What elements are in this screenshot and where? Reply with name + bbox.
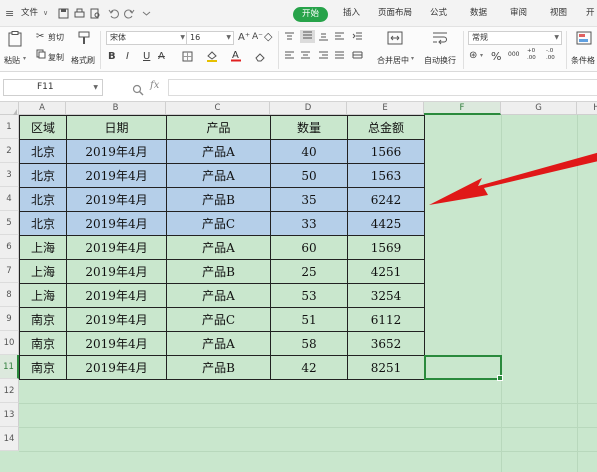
strikethrough-icon[interactable]: A <box>158 50 165 63</box>
underline-icon[interactable]: U <box>143 50 150 63</box>
menu-bar: ≡ 文件 ∨ 开始 插入 页面布局 公式 数据 审阅 视图 开发 <box>0 0 597 45</box>
ribbon-divider <box>100 31 101 69</box>
wrap-text-icon[interactable] <box>432 31 448 47</box>
percent-icon[interactable]: % <box>491 50 501 63</box>
fx-icon[interactable]: fx <box>150 80 159 91</box>
paste-button-label[interactable]: 粘贴 <box>4 55 20 66</box>
format-painter-button[interactable]: 格式刷 <box>71 55 95 66</box>
italic-icon[interactable]: I <box>126 50 129 63</box>
justify-icon[interactable] <box>334 51 345 62</box>
tab-page-layout[interactable]: 页面布局 <box>378 0 412 27</box>
fill-color-icon[interactable] <box>206 50 220 64</box>
conditional-format-button[interactable]: 条件格 <box>571 55 595 66</box>
chevron-down-icon: ▼ <box>554 34 559 41</box>
thousands-separator-icon[interactable]: 000 <box>508 51 519 58</box>
cell-reference: F11 <box>37 82 54 92</box>
eraser-icon[interactable] <box>254 51 266 64</box>
redo-icon[interactable] <box>124 0 135 27</box>
text-direction-icon[interactable] <box>334 32 345 43</box>
file-chevron-icon[interactable]: ∨ <box>43 0 48 27</box>
align-bottom-icon[interactable] <box>318 32 329 43</box>
align-left-icon[interactable] <box>284 51 295 62</box>
merge-center-button[interactable]: 合并居中 <box>377 55 409 66</box>
align-middle-icon[interactable] <box>300 30 315 43</box>
ribbon-divider <box>278 31 279 69</box>
tab-home[interactable]: 开始 <box>293 7 329 22</box>
undo-icon[interactable] <box>108 0 119 27</box>
merge-center-icon[interactable] <box>387 31 403 47</box>
tab-developer[interactable]: 开发 <box>586 0 597 45</box>
chevron-down-icon: ▼ <box>93 84 98 91</box>
format-painter-icon[interactable] <box>77 31 91 47</box>
font-size-value: 16 <box>190 33 201 42</box>
scissors-icon: ✂ <box>36 31 45 42</box>
formula-input[interactable] <box>168 79 597 96</box>
cut-button[interactable]: 剪切 <box>48 32 64 43</box>
merge-dropdown-icon[interactable]: ▾ <box>411 55 414 62</box>
save-icon[interactable] <box>58 0 69 27</box>
ribbon-divider <box>463 31 464 69</box>
zoom-icon[interactable] <box>132 81 144 100</box>
formula-bar: F11 ▼ fx <box>0 72 597 102</box>
shrink-font-icon[interactable]: A⁻ <box>252 31 263 44</box>
hamburger-menu-icon[interactable]: ≡ <box>5 0 14 27</box>
font-name-select[interactable]: 宋体 ▼ <box>106 31 188 45</box>
tab-review[interactable]: 审阅 <box>510 0 527 27</box>
tab-view[interactable]: 视图 <box>550 0 567 27</box>
align-right-icon[interactable] <box>318 51 329 62</box>
clear-format-icon[interactable]: ◇ <box>264 30 272 43</box>
distributed-icon[interactable] <box>352 51 363 62</box>
conditional-format-icon[interactable] <box>576 31 592 47</box>
bold-icon[interactable]: B <box>108 50 116 63</box>
file-menu[interactable]: 文件 <box>21 0 38 27</box>
svg-text:A: A <box>232 50 239 61</box>
worksheet-grid[interactable]: A B C D E F G H 1 2 3 4 5 6 7 8 9 10 11 … <box>0 102 597 472</box>
currency-dropdown-icon[interactable]: ▾ <box>480 52 483 59</box>
name-box[interactable]: F11 ▼ <box>3 79 103 96</box>
align-top-icon[interactable] <box>284 32 295 43</box>
ribbon-divider <box>566 31 567 69</box>
increase-decimal-icon[interactable]: +0 .00 <box>527 48 541 62</box>
copy-icon <box>36 49 46 61</box>
indent-icon[interactable] <box>352 32 363 43</box>
chevron-down-icon: ▼ <box>226 34 231 41</box>
print-icon[interactable] <box>74 0 85 27</box>
border-icon[interactable] <box>182 51 194 64</box>
tab-data[interactable]: 数据 <box>470 0 487 27</box>
red-arrow-annotation <box>429 152 597 205</box>
chevron-down-icon: ▼ <box>180 34 185 41</box>
customize-icon[interactable] <box>142 0 151 27</box>
number-format-value: 常规 <box>472 33 488 42</box>
number-format-select[interactable]: 常规 ▼ <box>468 31 562 45</box>
font-size-select[interactable]: 16 ▼ <box>186 31 234 45</box>
print-preview-icon[interactable] <box>90 0 101 27</box>
paste-dropdown-icon[interactable]: ▾ <box>23 55 26 62</box>
font-color-icon[interactable]: A <box>230 49 242 64</box>
ribbon-toolbar: 粘贴 ▾ ✂ 剪切 复制 格式刷 宋体 ▼ 16 ▼ A⁺ A⁻ ◇ B I U A… <box>0 27 597 72</box>
currency-icon[interactable]: ⊛ <box>469 49 477 62</box>
font-name-value: 宋体 <box>110 33 126 42</box>
paste-icon[interactable] <box>8 31 22 49</box>
grow-font-icon[interactable]: A⁺ <box>238 31 250 44</box>
tab-formulas[interactable]: 公式 <box>430 0 447 27</box>
align-center-icon[interactable] <box>300 51 311 62</box>
decrease-decimal-icon[interactable]: -.0 .00 <box>546 48 560 62</box>
tab-insert[interactable]: 插入 <box>343 0 360 27</box>
copy-button[interactable]: 复制 <box>48 52 64 63</box>
wrap-text-button[interactable]: 自动换行 <box>424 55 456 66</box>
